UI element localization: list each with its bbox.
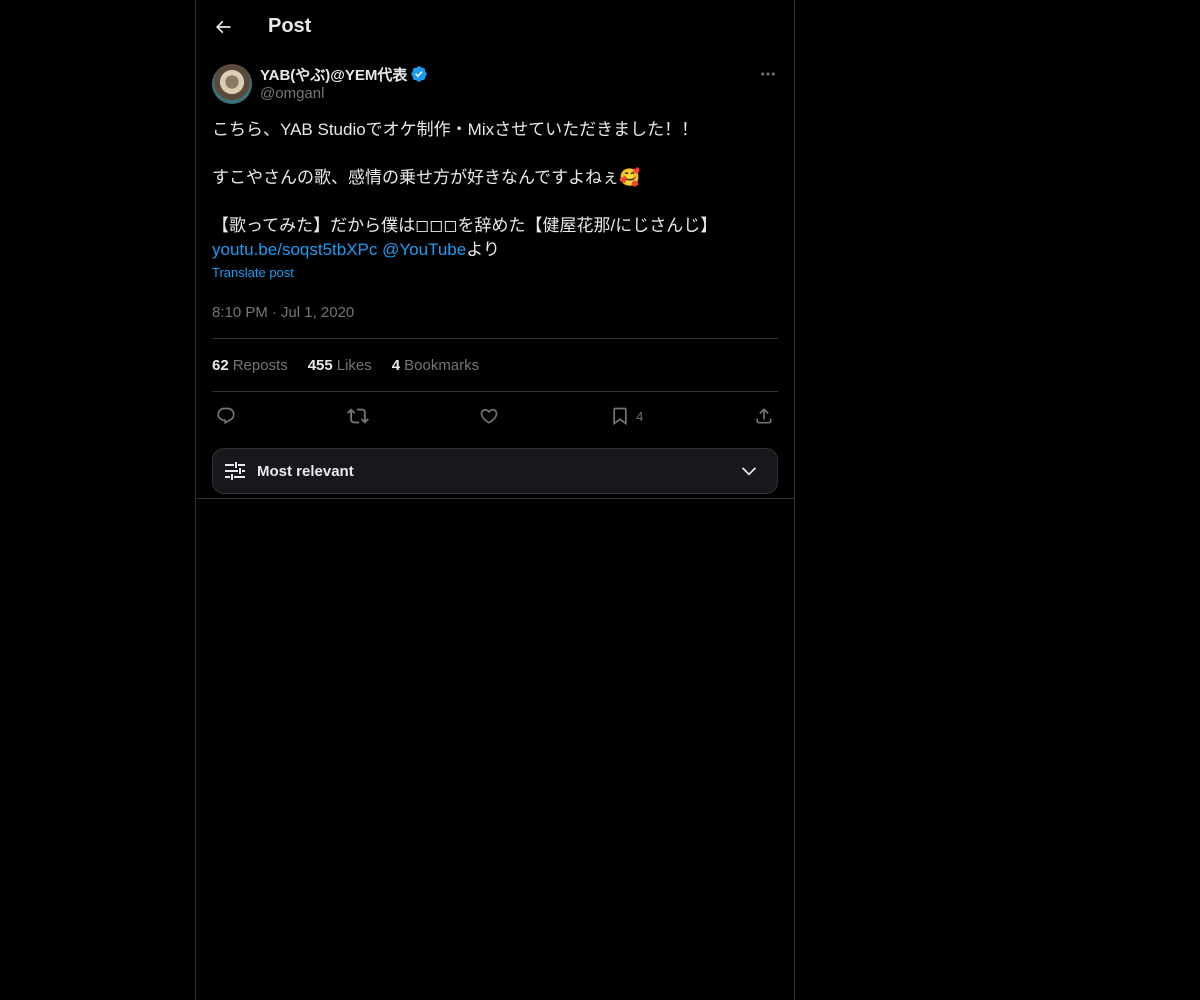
reposts-count: 62 — [212, 356, 229, 374]
sort-sliders-icon — [225, 462, 245, 480]
bookmarks-count: 4 — [391, 356, 401, 374]
reply-sort-dropdown[interactable]: Most relevant — [212, 448, 778, 494]
author-row: YAB(やぶ)@YEM代表 @omganl — [212, 64, 778, 104]
back-button[interactable] — [212, 16, 234, 38]
more-options-button[interactable] — [758, 64, 778, 84]
like-icon — [481, 408, 498, 424]
bookmarks-stat[interactable]: 4 Bookmarks — [392, 357, 479, 374]
more-icon — [761, 72, 775, 76]
like-button[interactable] — [479, 406, 499, 426]
timestamp-separator: · — [271, 303, 277, 321]
sort-label: Most relevant — [257, 462, 354, 480]
likes-label: Likes — [336, 356, 372, 374]
youtube-link[interactable]: youtu.be/soqst5tbXPc — [212, 240, 377, 259]
post-timestamp: 8:10 PM · Jul 1, 2020 — [212, 302, 778, 322]
author-display-name[interactable]: YAB(やぶ)@YEM代表 — [260, 64, 407, 85]
post-time[interactable]: 8:10 PM — [212, 304, 268, 321]
likes-count: 455 — [307, 356, 333, 374]
post-line-4: youtu.be/soqst5tbXPc @YouTubeより — [212, 238, 778, 262]
reply-icon — [217, 407, 235, 425]
author-handle[interactable]: @omganl — [260, 85, 428, 102]
post-line-3: 【歌ってみた】だから僕は◻︎◻︎◻︎を辞めた【健屋花那/にじさんじ】 — [212, 216, 718, 235]
repost-button[interactable] — [346, 405, 369, 427]
primary-column: Post YAB(やぶ)@YEM代表 @omganl こちら、YAB Studi… — [195, 0, 795, 1000]
verified-badge-icon — [410, 65, 428, 83]
reposts-label: Reposts — [232, 356, 288, 374]
back-arrow-icon — [215, 20, 231, 33]
translate-post-link[interactable]: Translate post — [212, 265, 294, 280]
author-meta: YAB(やぶ)@YEM代表 @omganl — [260, 64, 428, 102]
name-line: YAB(やぶ)@YEM代表 — [260, 64, 428, 84]
post-suffix: より — [466, 240, 500, 259]
repost-icon — [346, 408, 369, 424]
page-title: Post — [268, 15, 312, 37]
post-line-1: こちら、YAB Studioでオケ制作・Mixさせていただきました！！ — [212, 120, 699, 139]
chevron-down-icon — [741, 467, 757, 476]
bookmarks-label: Bookmarks — [404, 356, 480, 374]
section-divider — [196, 498, 794, 499]
post-detail: YAB(やぶ)@YEM代表 @omganl こちら、YAB Studioでオケ制… — [196, 64, 794, 494]
action-bar: 4 — [212, 392, 778, 440]
youtube-mention[interactable]: @YouTube — [382, 240, 466, 259]
post-line-2: すこやさんの歌、感情の乗せ方が好きなんですよねぇ🥰 — [212, 168, 641, 187]
likes-stat[interactable]: 455 Likes — [308, 357, 372, 374]
reposts-stat[interactable]: 62 Reposts — [212, 357, 288, 374]
share-button[interactable] — [754, 406, 774, 426]
reply-button[interactable] — [216, 406, 236, 426]
page-header: Post — [196, 0, 794, 53]
engagement-stats: 62 Reposts 455 Likes 4 Bookmarks — [212, 339, 778, 391]
avatar[interactable] — [212, 64, 252, 104]
bookmark-icon — [613, 407, 627, 426]
share-icon — [756, 408, 772, 424]
post-text: こちら、YAB Studioでオケ制作・Mixさせていただきました！！ すこやさ… — [212, 118, 778, 262]
post-date[interactable]: Jul 1, 2020 — [281, 304, 354, 321]
bookmark-action-count: 4 — [636, 408, 644, 424]
bookmark-button[interactable]: 4 — [610, 406, 643, 426]
